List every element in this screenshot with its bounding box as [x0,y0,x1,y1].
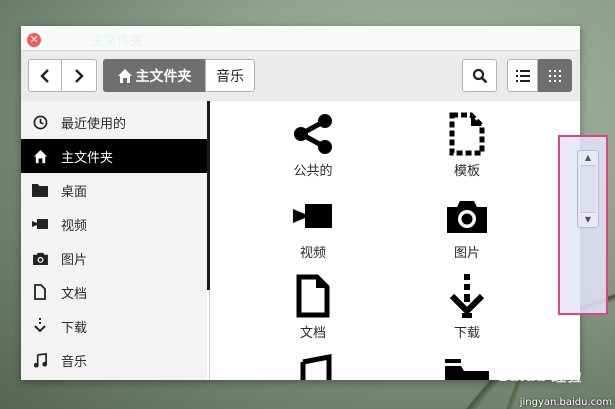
document-icon [32,284,48,300]
search-button[interactable] [462,59,497,92]
sidebar-item-documents[interactable]: 文档 [21,275,207,309]
search-icon [472,68,487,83]
file-manager-window: ✕ 主文件夹 主文件夹 音乐 最近使用的 主文件夹 桌面 视频 图片 文档 下载… [21,26,580,380]
close-button[interactable]: ✕ [27,33,41,47]
file-label: 文档 [299,326,326,341]
file-label: 下载 [453,326,480,341]
sidebar-item-recent[interactable]: 最近使用的 [21,105,207,139]
sidebar-item-label: 主文件夹 [61,150,114,166]
sidebar-item-downloads[interactable]: 下载 [21,309,207,343]
vertical-scrollbar[interactable]: ▲ ▼ [577,150,599,228]
music-icon [32,352,48,368]
file-label: 公共的 [293,164,333,179]
home-icon [32,148,48,164]
sidebar-item-label: 图片 [61,252,88,268]
list-icon [515,69,530,82]
document-icon [268,273,358,319]
file-item-videos[interactable]: 视频 [268,193,358,261]
sidebar-item-label: 文档 [61,286,88,302]
music-icon [268,353,358,380]
sidebar: 最近使用的 主文件夹 桌面 视频 图片 文档 下载 音乐 [21,101,207,380]
folder-icon [32,182,48,198]
grid-icon [549,69,561,82]
toolbar: 主文件夹 音乐 [21,50,580,102]
share-icon [268,111,358,157]
template-icon [422,111,512,157]
video-camera-icon [268,193,358,239]
path-music-label: 音乐 [216,68,244,85]
home-icon [117,68,132,83]
file-label: 模板 [453,164,480,179]
sidebar-item-home[interactable]: 主文件夹 [21,139,207,173]
sidebar-item-label: 下载 [61,320,88,336]
file-item-downloads[interactable]: 下载 [422,273,512,341]
path-music-button[interactable]: 音乐 [205,59,255,92]
sidebar-item-desktop[interactable]: 桌面 [21,173,207,207]
file-label: 视频 [299,246,326,261]
camera-icon [422,193,512,239]
title-bar: ✕ 主文件夹 [21,26,580,50]
sidebar-item-music[interactable]: 音乐 [21,343,207,377]
watermark-logo: Baidu 经验 [498,367,582,385]
scroll-thumb[interactable] [580,165,596,213]
file-item-music[interactable] [268,353,358,380]
chevron-left-icon [40,68,49,83]
back-button[interactable] [28,59,62,92]
scroll-down-arrow[interactable]: ▼ [578,213,598,227]
list-view-button[interactable] [507,59,538,92]
sidebar-item-label: 桌面 [61,184,88,200]
window-title: 主文件夹 [91,34,144,49]
grid-view-button[interactable] [538,59,572,92]
video-camera-icon [32,216,48,232]
chevron-right-icon [75,68,84,83]
file-item-pictures[interactable]: 图片 [422,193,512,261]
sidebar-item-label: 音乐 [61,354,88,370]
file-label: 图片 [453,246,480,261]
file-item-templates[interactable]: 模板 [422,111,512,179]
scroll-up-arrow[interactable]: ▲ [578,151,598,165]
sidebar-item-label: 最近使用的 [61,116,127,132]
download-icon [422,273,512,319]
file-item-documents[interactable]: 文档 [268,273,358,341]
sidebar-item-label: 视频 [61,218,88,234]
file-grid: 公共的 模板 视频 图片 文档 下载 [210,101,580,380]
camera-icon [32,250,48,266]
clock-icon [32,114,48,130]
file-item-public[interactable]: 公共的 [268,111,358,179]
sidebar-item-videos[interactable]: 视频 [21,207,207,241]
watermark-url: jingyan.baidu.com [519,397,612,408]
sidebar-item-pictures[interactable]: 图片 [21,241,207,275]
forward-button[interactable] [62,59,97,92]
scrollbar-highlight: ▲ ▼ [558,135,608,315]
path-home-label: 主文件夹 [135,68,192,85]
path-home-button[interactable]: 主文件夹 [103,59,205,92]
download-icon [32,318,48,334]
